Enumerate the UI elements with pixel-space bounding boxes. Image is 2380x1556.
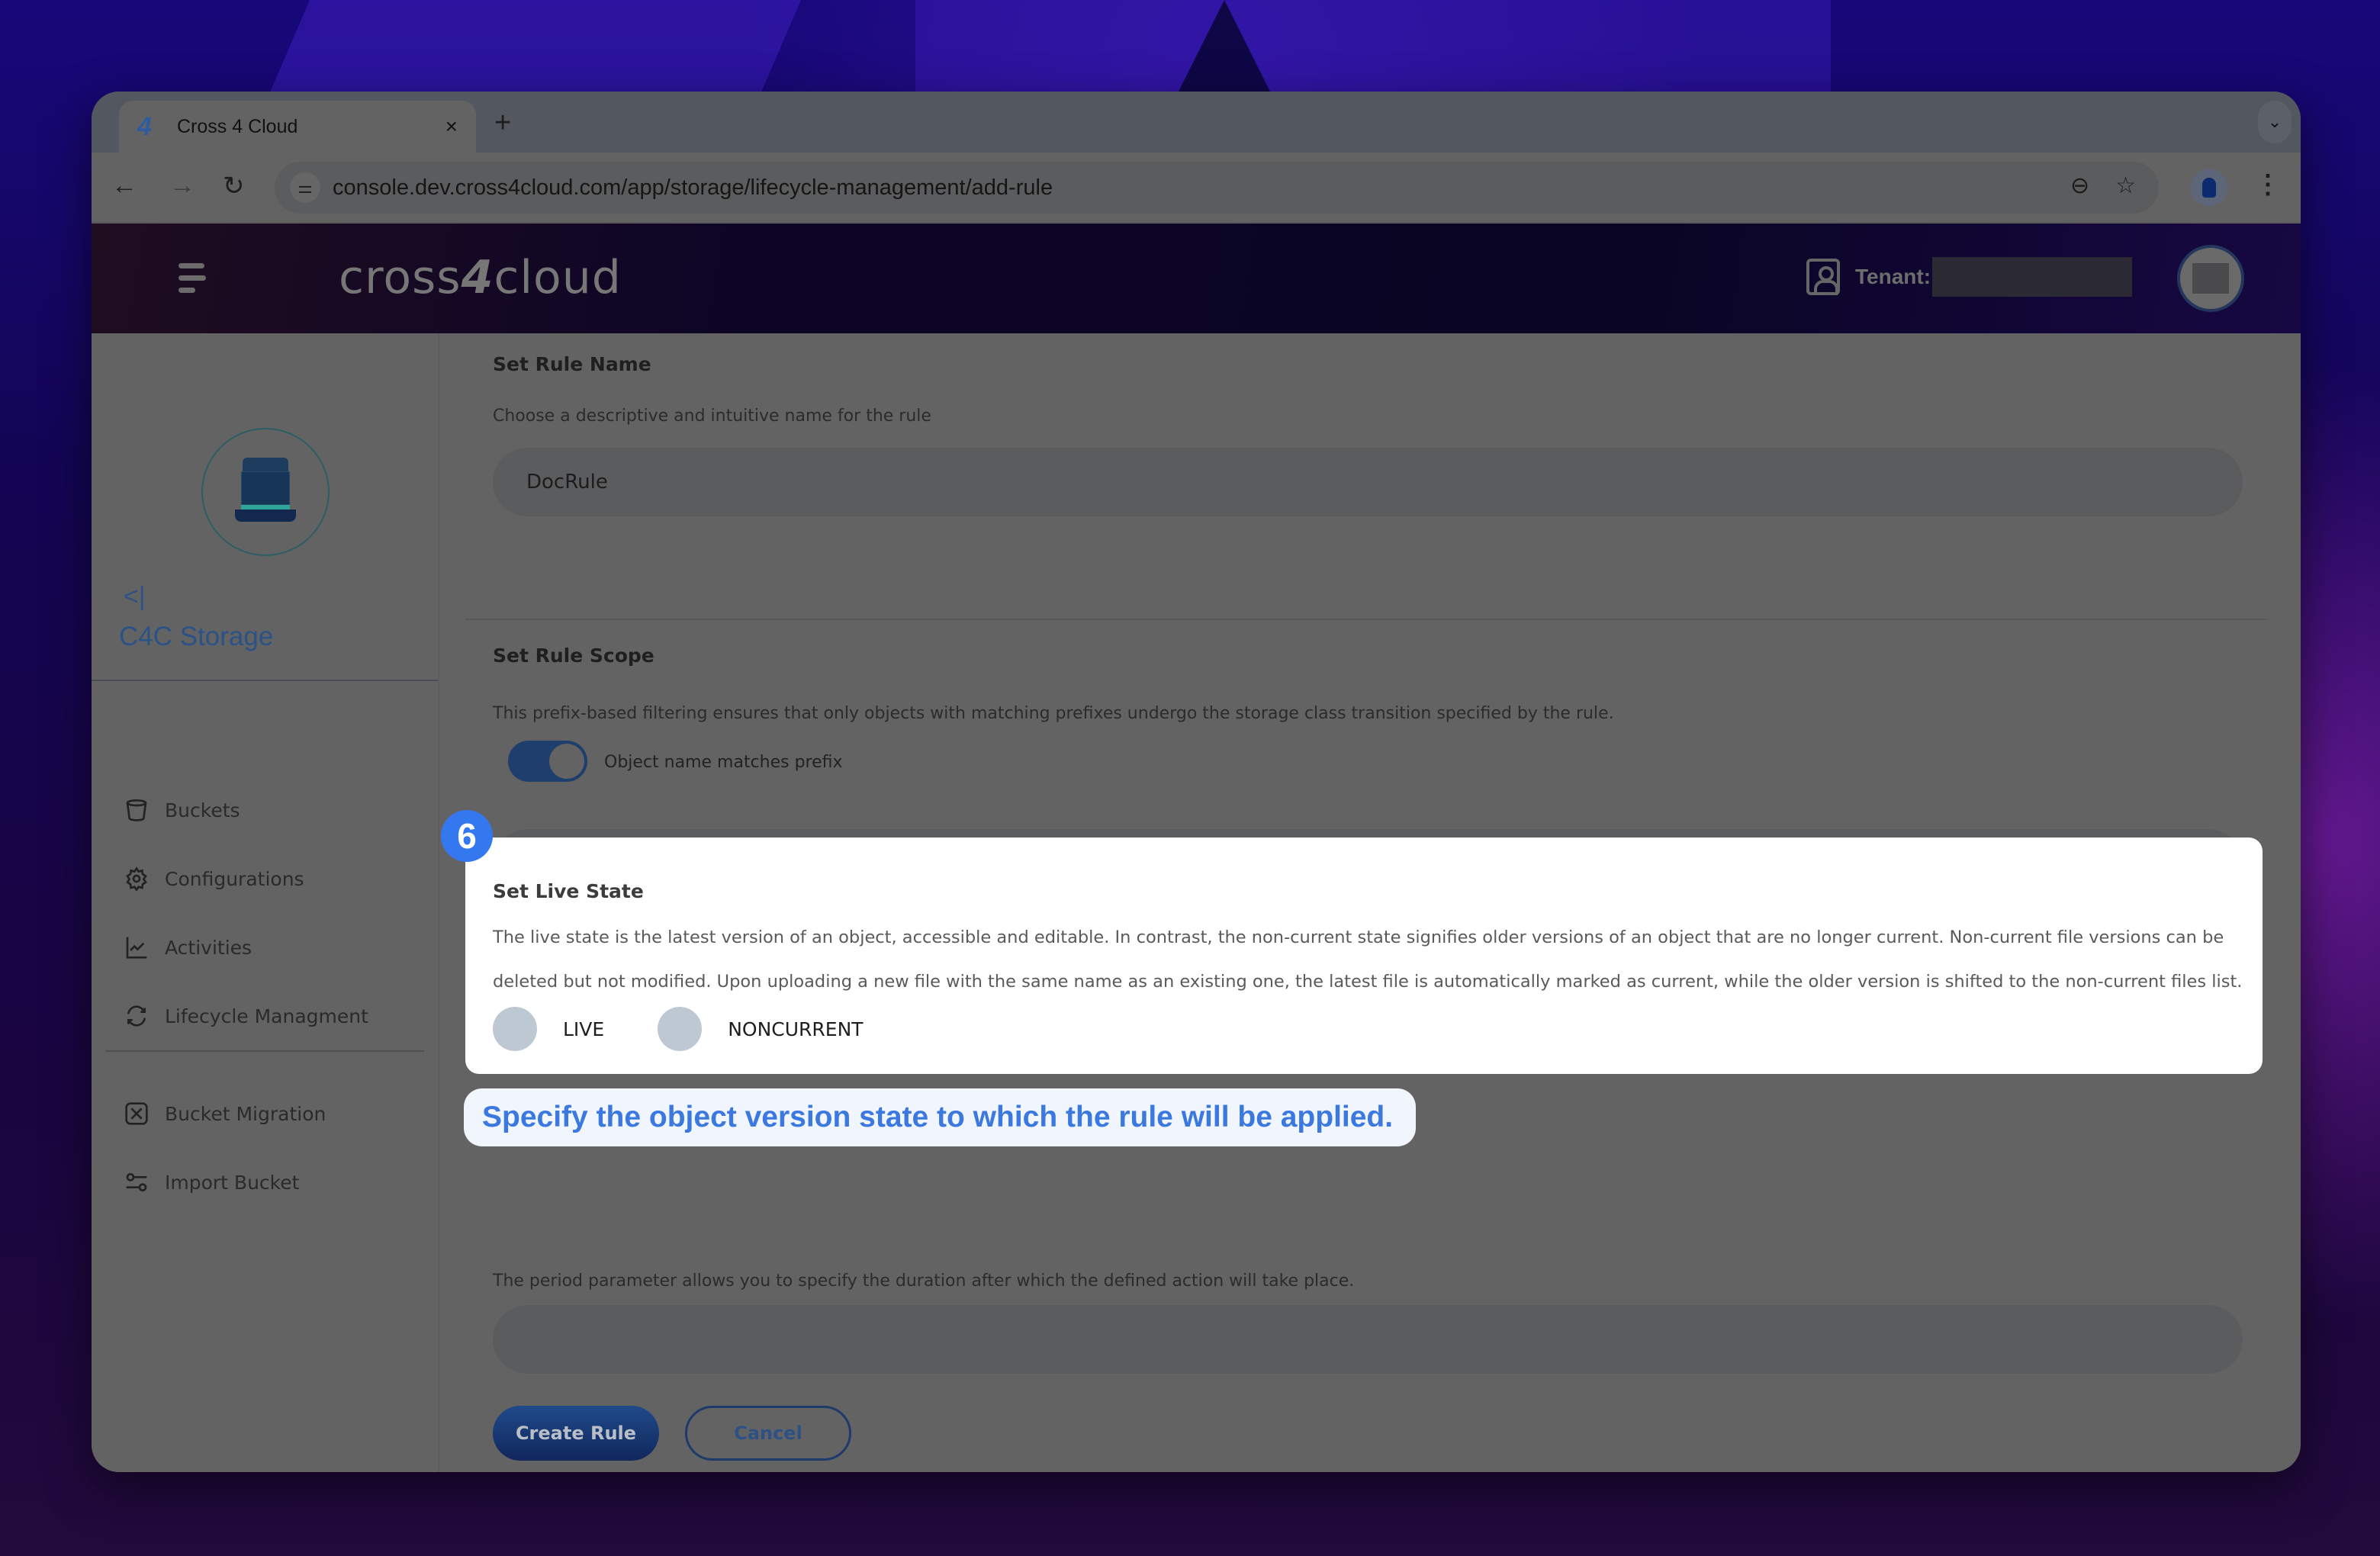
create-rule-button[interactable]: Create Rule (493, 1406, 659, 1461)
section-description-line-1: The live state is the latest version of … (493, 927, 2224, 947)
live-state-options: LIVE NONCURRENT (493, 1007, 917, 1051)
toggle-label: Object name matches prefix (604, 753, 843, 772)
live-state-section: Set Live State The live state is the lat… (465, 837, 2263, 1074)
gear-icon (124, 866, 150, 892)
rule-name-input[interactable] (493, 448, 2243, 516)
browser-menu-icon[interactable]: ⋮ (2255, 169, 2281, 200)
divider (105, 1050, 424, 1052)
live-radio[interactable] (493, 1007, 537, 1051)
radio-label: NONCURRENT (728, 1018, 864, 1040)
sidebar-item-label: Import Bucket (165, 1171, 300, 1194)
section-title: Set Rule Name (493, 353, 651, 375)
hamburger-menu-icon[interactable] (178, 263, 206, 300)
walkthrough-tooltip: Specify the object version state to whic… (464, 1088, 1416, 1146)
tenant-value-redacted (1932, 257, 2133, 297)
bookmark-star-icon[interactable]: ☆ (2115, 172, 2136, 199)
profile-button[interactable] (2191, 169, 2227, 206)
address-bar[interactable]: ⚌ console.dev.cross4cloud.com/app/storag… (275, 162, 2159, 214)
divider (92, 680, 438, 681)
url-text[interactable]: console.dev.cross4cloud.com/app/storage/… (333, 175, 1053, 201)
cross4cloud-favicon-icon: 4 (137, 112, 152, 141)
sidebar-item-import-bucket[interactable]: Import Bucket (124, 1169, 299, 1195)
sidebar-item-buckets[interactable]: Buckets (124, 797, 240, 823)
sidebar-item-configurations[interactable]: Configurations (124, 866, 304, 892)
form-actions: Create Rule Cancel (465, 1389, 2267, 1472)
logo-text-suffix: cloud (494, 251, 622, 304)
cancel-button[interactable]: Cancel (685, 1406, 851, 1461)
background-shape (267, 0, 801, 99)
reload-icon[interactable]: ↻ (223, 171, 245, 201)
sliders-icon (124, 1169, 150, 1195)
period-section: The period parameter allows you to speci… (465, 1163, 2267, 1423)
section-description: The period parameter allows you to speci… (493, 1271, 1355, 1291)
sidebar-item-label: Lifecycle Managment (165, 1005, 368, 1027)
browser-tab[interactable]: 4 Cross 4 Cloud × (119, 101, 476, 153)
section-description: Choose a descriptive and intuitive name … (493, 407, 931, 426)
site-info-icon[interactable]: ⚌ (290, 172, 320, 203)
cross4cloud-logo[interactable]: cross4cloud (339, 251, 622, 304)
close-tab-icon[interactable]: × (445, 114, 458, 139)
sidebar-item-label: Buckets (165, 799, 240, 821)
user-avatar[interactable] (2177, 245, 2244, 312)
sidebar-item-lifecycle-management[interactable]: Lifecycle Managment (124, 1003, 368, 1029)
address-bar-actions: ⊖ ☆ (2070, 172, 2136, 199)
logo-text-mid: 4 (461, 251, 494, 304)
radio-label: LIVE (563, 1018, 605, 1040)
sidebar-title: C4C Storage (119, 622, 274, 651)
sidebar-item-label: Bucket Migration (165, 1102, 326, 1125)
new-tab-button[interactable]: + (494, 107, 511, 140)
sidebar-item-activities[interactable]: Activities (124, 934, 252, 960)
person-icon (2202, 178, 2216, 198)
storage-cube-icon (235, 458, 296, 526)
section-title: Set Live State (493, 880, 644, 902)
back-arrow-icon[interactable]: ← (111, 171, 137, 201)
sidebar: <| C4C Storage Buckets Configurations Ac… (92, 333, 439, 1472)
section-description-line-2: deleted but not modified. Upon uploading… (493, 972, 2243, 992)
walkthrough-step-badge: 6 (441, 810, 493, 862)
tenant-user-icon (1806, 259, 1840, 295)
sidebar-item-label: Activities (165, 936, 252, 959)
avatar-image (2192, 263, 2229, 294)
migration-icon (124, 1101, 150, 1127)
tenant-label: Tenant: (1855, 265, 1931, 288)
app-header: cross4cloud Tenant: (92, 223, 2301, 333)
bucket-icon (124, 797, 150, 823)
tab-search-button[interactable]: ⌄ (2258, 101, 2292, 143)
tab-bar: 4 Cross 4 Cloud × + ⌄ (92, 92, 2301, 153)
zoom-icon[interactable]: ⊖ (2070, 172, 2089, 199)
storage-illustration (201, 428, 330, 556)
logo-text-prefix: cross (339, 251, 462, 304)
section-description: This prefix-based filtering ensures that… (493, 704, 1614, 723)
tab-title: Cross 4 Cloud (177, 115, 298, 137)
refresh-icon (124, 1003, 150, 1029)
sidebar-item-label: Configurations (165, 867, 304, 890)
forward-arrow-icon[interactable]: → (169, 171, 195, 201)
browser-toolbar: ← → ↻ ⚌ console.dev.cross4cloud.com/app/… (92, 153, 2301, 223)
background-shape (915, 0, 1831, 99)
period-input[interactable] (493, 1305, 2243, 1374)
collapse-sidebar-icon[interactable]: <| (124, 582, 146, 612)
rule-name-section: Set Rule Name Choose a descriptive and i… (465, 333, 2267, 620)
chevron-down-icon: ⌄ (2267, 112, 2282, 131)
section-title: Set Rule Scope (493, 645, 654, 667)
prefix-toggle[interactable] (508, 741, 587, 782)
tooltip-text: Specify the object version state to whic… (482, 1101, 1394, 1133)
chart-line-icon (124, 934, 150, 960)
tenant-selector[interactable]: Tenant: (1806, 257, 2133, 297)
sidebar-item-bucket-migration[interactable]: Bucket Migration (124, 1101, 326, 1127)
browser-window: 4 Cross 4 Cloud × + ⌄ ← → ↻ ⚌ console.de… (92, 92, 2301, 1472)
noncurrent-radio[interactable] (658, 1007, 703, 1051)
toggle-knob (549, 744, 584, 779)
